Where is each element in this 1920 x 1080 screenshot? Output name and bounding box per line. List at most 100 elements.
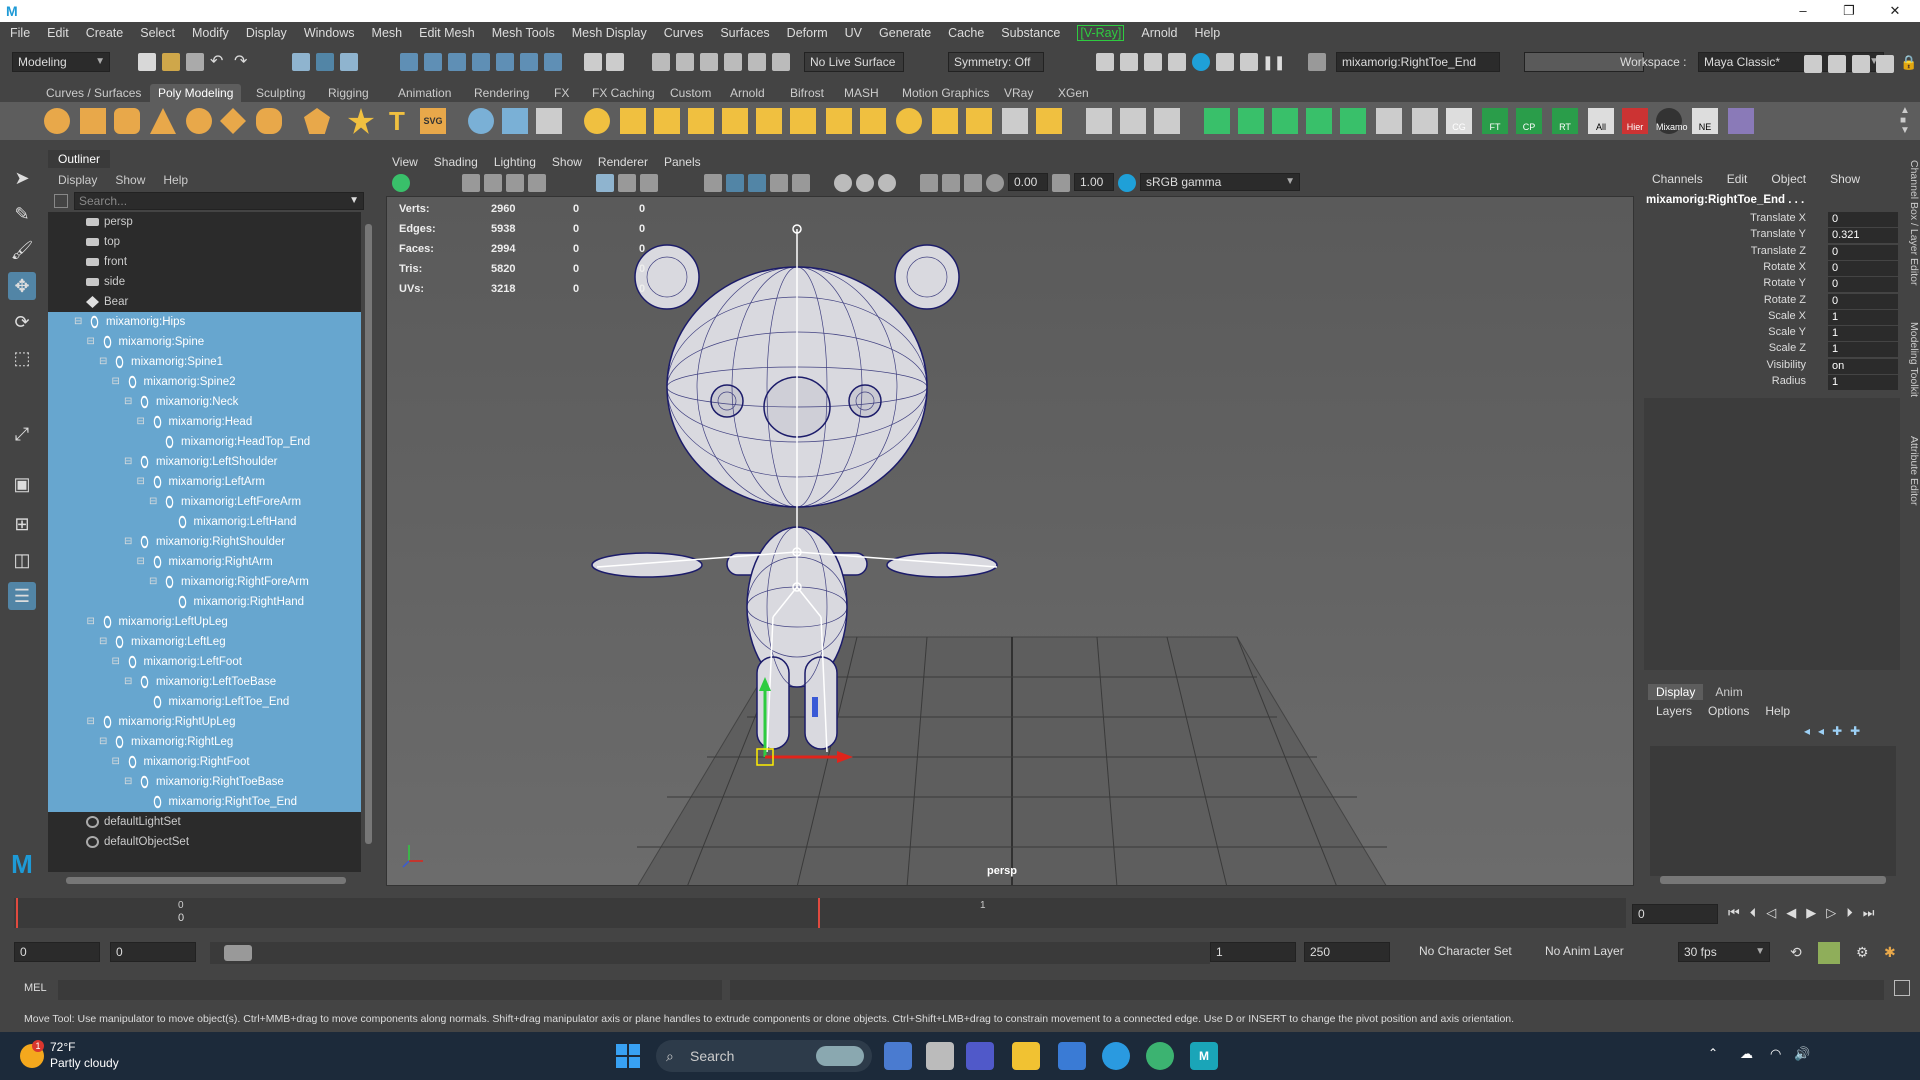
auto-key-icon[interactable] [1818, 942, 1840, 964]
menu-create[interactable]: Create [86, 26, 124, 40]
mixamo-shelf-icon[interactable]: Mixamo [1656, 108, 1688, 134]
shelf-scroll-icon[interactable]: ▲ ■ ▼ [1900, 106, 1910, 136]
channel-value-field[interactable]: 1 [1828, 326, 1898, 342]
paint-select-icon[interactable]: 🖌 [8, 236, 36, 264]
lock-icon[interactable] [584, 53, 602, 71]
time-slider[interactable]: 0 0 1 [14, 898, 1626, 928]
snap-view-icon[interactable] [472, 53, 490, 71]
outliner-item-leftforearm[interactable]: ⊟ mixamorig:LeftForeArm [48, 492, 361, 512]
ipr-icon[interactable] [772, 53, 790, 71]
channel-value-field[interactable]: 0 [1828, 277, 1898, 293]
menu-file[interactable]: File [10, 26, 30, 40]
layer-menu-help[interactable]: Help [1765, 704, 1790, 718]
exposure-icon[interactable] [986, 174, 1004, 192]
menu-uv[interactable]: UV [845, 26, 862, 40]
current-frame-field[interactable]: 0 [1632, 904, 1718, 924]
quad-draw-icon[interactable] [1086, 108, 1112, 134]
film-gate-icon[interactable] [618, 174, 636, 192]
save-scene-icon[interactable] [186, 53, 204, 71]
snap-surface-icon[interactable] [496, 53, 514, 71]
render-view-icon[interactable] [1168, 53, 1186, 71]
pause-icon[interactable]: ❚❚ [1262, 53, 1285, 71]
rotate-tool-icon[interactable]: ⟳ [8, 308, 36, 336]
outliner-menu-help[interactable]: Help [163, 173, 188, 187]
viewport-menu-lighting[interactable]: Lighting [494, 155, 536, 169]
preferences-icon[interactable]: ⚙ [1856, 944, 1869, 961]
outliner-item-persp[interactable]: persp [48, 212, 361, 232]
multi-cut-icon[interactable] [1002, 108, 1028, 134]
separate-icon[interactable] [536, 108, 562, 134]
fill-hole-icon[interactable] [722, 108, 748, 134]
cb-menu-channels[interactable]: Channels [1652, 172, 1703, 186]
selected-object-field[interactable]: mixamorig:RightToe_End [1336, 52, 1500, 72]
fps-dropdown[interactable]: 30 fps ▼ [1678, 942, 1770, 962]
hier-shelf-icon[interactable]: Hier [1622, 108, 1648, 134]
uv-auto-icon[interactable] [1306, 108, 1332, 134]
menu-mesh-tools[interactable]: Mesh Tools [492, 26, 555, 40]
hypershade-icon[interactable] [724, 53, 742, 71]
viewport-3d-view[interactable]: Verts: 2960 0 0 Edges: 5938 0 0 Faces: 2994 0 0 Tris… [386, 196, 1634, 886]
shelf-tab-animation[interactable]: Animation [390, 84, 459, 102]
extract-icon[interactable] [688, 108, 714, 134]
render-setup-icon[interactable] [748, 53, 766, 71]
connect-icon[interactable] [1120, 108, 1146, 134]
close-button[interactable]: ✕ [1872, 0, 1918, 22]
color-management-icon[interactable] [1118, 174, 1136, 192]
menu-display[interactable]: Display [246, 26, 287, 40]
lock-workspace-icon[interactable]: 🔒 [1900, 53, 1918, 71]
outliner-item-rightleg[interactable]: ⊟ mixamorig:RightLeg [48, 732, 361, 752]
shelf-tab-rendering[interactable]: Rendering [466, 84, 537, 102]
channel-translate-z[interactable]: Translate Z 0 [1644, 244, 1898, 261]
side-tab-channel-box[interactable]: Channel Box / Layer Editor [1904, 160, 1920, 286]
menu-set-dropdown[interactable]: Modeling ▼ [12, 52, 110, 72]
shelf-tab-vray[interactable]: VRay [996, 84, 1041, 102]
expand-toggle-icon[interactable]: ⊟ [87, 332, 95, 352]
menu-curves[interactable]: Curves [664, 26, 704, 40]
expand-toggle-icon[interactable]: ⊟ [87, 712, 95, 732]
tray-overflow-icon[interactable]: ⌃ [1708, 1046, 1718, 1060]
menu-generate[interactable]: Generate [879, 26, 931, 40]
exposure-field[interactable]: 0.00 [1008, 173, 1048, 191]
outliner-item-rightarm[interactable]: ⊟ mixamorig:RightArm [48, 552, 361, 572]
outliner-item-rightshoulder[interactable]: ⊟ mixamorig:RightShoulder [48, 532, 361, 552]
uv-cut-icon[interactable] [1412, 108, 1438, 134]
relative-transform-icon[interactable] [1308, 53, 1326, 71]
smooth-shade-icon[interactable] [726, 174, 744, 192]
channel-value-field[interactable]: 1 [1828, 342, 1898, 358]
anim-layer-dropdown[interactable]: No Anim Layer [1540, 942, 1650, 962]
bevel-icon[interactable] [860, 108, 886, 134]
lasso-tool-icon[interactable]: ✎ [8, 200, 36, 228]
expand-toggle-icon[interactable]: ⊟ [137, 472, 145, 492]
outliner-item-righttoe-end[interactable]: mixamorig:RightToe_End [48, 792, 361, 812]
textured-icon[interactable] [770, 174, 788, 192]
open-scene-icon[interactable] [162, 53, 180, 71]
smooth-icon[interactable] [584, 108, 610, 134]
taskbar-search-input[interactable]: ⌕ Search [656, 1040, 872, 1072]
cmd-language-label[interactable]: MEL [24, 982, 47, 994]
color-space-dropdown[interactable]: sRGB gamma ▼ [1140, 173, 1300, 191]
channel-radius[interactable]: Radius 1 [1644, 375, 1898, 391]
poly-cone-icon[interactable] [150, 108, 176, 134]
step-back-key-icon[interactable]: ⏴ [1750, 905, 1757, 921]
channel-value-field[interactable]: 1 [1828, 375, 1898, 390]
expand-toggle-icon[interactable]: ⊟ [124, 452, 132, 472]
super-shape-icon[interactable] [348, 108, 374, 134]
poly-disc-icon[interactable] [256, 108, 282, 134]
ao-icon[interactable] [856, 174, 874, 192]
outliner-item-rightupleg[interactable]: ⊟ mixamorig:RightUpLeg [48, 712, 361, 732]
scale-tool-icon[interactable]: ⬚ [8, 344, 36, 372]
new-scene-icon[interactable] [138, 53, 156, 71]
outliner-item-neck[interactable]: ⊟ mixamorig:Neck [48, 392, 361, 412]
isolate-select-icon[interactable] [920, 174, 938, 192]
channel-translate-y[interactable]: Translate Y 0.321 [1644, 228, 1898, 244]
retopo-icon[interactable] [790, 108, 816, 134]
extrude-icon[interactable] [826, 108, 852, 134]
render-settings-icon[interactable] [1144, 53, 1162, 71]
shelf-tab-poly-modeling[interactable]: Poly Modeling [150, 84, 242, 102]
menu-deform[interactable]: Deform [787, 26, 828, 40]
shelf-tab-bifrost[interactable]: Bifrost [782, 84, 832, 102]
uv-planar-icon[interactable] [1204, 108, 1230, 134]
2d-pan-icon[interactable] [528, 174, 546, 192]
channel-rotate-y[interactable]: Rotate Y 0 [1644, 277, 1898, 293]
edge-icon[interactable] [1102, 1042, 1130, 1070]
